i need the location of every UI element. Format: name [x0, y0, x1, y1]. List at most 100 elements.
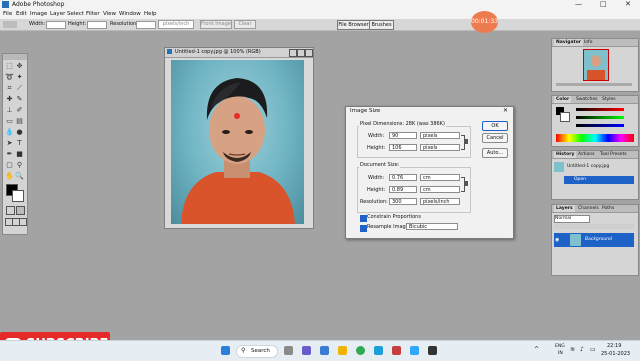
menu-file[interactable]: File: [3, 11, 12, 17]
tab-styles[interactable]: Styles: [600, 96, 618, 103]
tab-navigator[interactable]: Navigator: [554, 39, 583, 46]
tab-history[interactable]: History: [554, 151, 577, 158]
tab-info[interactable]: Info: [582, 39, 595, 46]
pixel-width-input[interactable]: 90: [389, 132, 417, 139]
ok-button[interactable]: OK: [482, 121, 508, 131]
blue-slider[interactable]: [576, 124, 624, 127]
brushes-tab[interactable]: Brushes: [369, 20, 394, 30]
green-slider[interactable]: [576, 116, 624, 119]
layer-eye-icon[interactable]: ◉: [555, 237, 559, 243]
resolution-field[interactable]: [136, 21, 156, 29]
constrain-proportions-checkbox[interactable]: [360, 215, 367, 222]
menu-view[interactable]: View: [103, 11, 116, 17]
quick-mask-icon[interactable]: [16, 206, 25, 215]
tab-channels[interactable]: Channels: [576, 205, 601, 212]
move-tool-icon[interactable]: ✥: [15, 62, 24, 71]
document-title-bar[interactable]: Untitled-1 copy.jpg @ 100% (RGB): [165, 48, 313, 58]
blur-icon[interactable]: 💧: [5, 128, 14, 137]
battery-icon[interactable]: ▭: [590, 346, 596, 353]
doc-height-input[interactable]: 0.89: [389, 186, 417, 193]
standard-mode-icon[interactable]: [6, 206, 15, 215]
doc-height-unit-select[interactable]: cm: [420, 186, 460, 193]
menu-edit[interactable]: Edit: [16, 11, 27, 17]
menu-help[interactable]: Help: [144, 11, 157, 17]
clock-time[interactable]: 22:19: [607, 343, 621, 349]
front-image-button[interactable]: Front Image: [200, 20, 232, 29]
chrome-icon[interactable]: [356, 346, 365, 355]
color-bg-swatch[interactable]: [560, 112, 570, 122]
dialog-title-bar[interactable]: Image Size ✕: [346, 107, 513, 116]
layer-row-background[interactable]: ◉ Background: [554, 233, 634, 247]
path-select-icon[interactable]: ➤: [5, 139, 14, 148]
tray-chevron-icon[interactable]: ^: [534, 346, 539, 353]
clone-stamp-icon[interactable]: ⊥: [5, 106, 14, 115]
pixel-height-unit-select[interactable]: pixels: [420, 144, 460, 151]
doc-width-input[interactable]: 0.76: [389, 174, 417, 181]
lasso-tool-icon[interactable]: ➰: [5, 73, 14, 82]
navigator-thumbnail[interactable]: [583, 49, 609, 81]
maximize-button[interactable]: □: [600, 0, 607, 8]
teams-icon[interactable]: [302, 346, 311, 355]
dialog-close-icon[interactable]: ✕: [503, 107, 508, 114]
history-brush-icon[interactable]: ✐: [15, 106, 24, 115]
slice-icon[interactable]: ⟋: [15, 84, 24, 93]
tab-paths[interactable]: Paths: [600, 205, 616, 212]
height-field[interactable]: [87, 21, 107, 29]
crop-icon[interactable]: ⌗: [5, 84, 14, 93]
resolution-input[interactable]: 300: [389, 198, 417, 205]
screen-mode-3-icon[interactable]: [19, 218, 27, 226]
healing-brush-icon[interactable]: ✚: [5, 95, 14, 104]
pen-tool-icon[interactable]: ✒: [5, 150, 14, 159]
doc-maximize-icon[interactable]: [297, 49, 305, 57]
recorder-icon[interactable]: [428, 346, 437, 355]
auto-button[interactable]: Auto...: [482, 148, 508, 158]
tab-tool-presets[interactable]: Tool Presets: [598, 151, 629, 158]
color-ramp[interactable]: [556, 134, 634, 142]
doc-close-icon[interactable]: [305, 49, 313, 57]
file-browser-tab[interactable]: File Browser: [337, 20, 370, 30]
tab-actions[interactable]: Actions: [576, 151, 596, 158]
brush-icon[interactable]: ✎: [15, 95, 24, 104]
eyedropper-icon[interactable]: ⚲: [15, 161, 24, 170]
menu-filter[interactable]: Filter: [86, 11, 100, 17]
magic-wand-icon[interactable]: ✦: [15, 73, 24, 82]
gradient-icon[interactable]: ▤: [15, 117, 24, 126]
resample-method-select[interactable]: Bicubic: [406, 223, 458, 230]
width-field[interactable]: [46, 21, 66, 29]
tab-layers[interactable]: Layers: [554, 205, 575, 212]
tab-color[interactable]: Color: [554, 96, 572, 103]
shape-tool-icon[interactable]: ■: [15, 150, 24, 159]
red-slider[interactable]: [576, 108, 624, 111]
task-view-icon[interactable]: [284, 346, 293, 355]
tab-swatches[interactable]: Swatches: [574, 96, 600, 103]
menu-image[interactable]: Image: [30, 11, 47, 17]
volume-icon[interactable]: ♪: [580, 346, 584, 353]
background-color-swatch[interactable]: [12, 190, 24, 202]
doc-minimize-icon[interactable]: [289, 49, 297, 57]
dodge-icon[interactable]: ●: [15, 128, 24, 137]
crop-tool-icon[interactable]: [3, 21, 17, 28]
resample-image-checkbox[interactable]: [360, 225, 367, 232]
type-tool-icon[interactable]: T: [15, 139, 24, 148]
zoom-tool-icon[interactable]: 🔍: [15, 172, 24, 181]
navigator-zoom-slider[interactable]: [556, 83, 632, 86]
file-manager-icon[interactable]: [338, 346, 347, 355]
cancel-button[interactable]: Cancel: [482, 133, 508, 143]
hand-tool-icon[interactable]: ✋: [5, 172, 14, 181]
notes-icon[interactable]: ▢: [5, 161, 14, 170]
marquee-tool-icon[interactable]: ⬚: [5, 62, 14, 71]
menu-window[interactable]: Window: [119, 11, 141, 17]
language-eng[interactable]: ENG: [555, 344, 565, 349]
pixel-width-unit-select[interactable]: pixels: [420, 132, 460, 139]
doc-width-unit-select[interactable]: cm: [420, 174, 460, 181]
history-snapshot-label[interactable]: Untitled-1 copy.jpg: [567, 164, 609, 169]
edge-icon[interactable]: [374, 346, 383, 355]
menu-select[interactable]: Select: [67, 11, 84, 17]
pixel-height-input[interactable]: 106: [389, 144, 417, 151]
clear-button[interactable]: Clear: [234, 20, 256, 29]
minimize-button[interactable]: —: [575, 0, 582, 8]
resolution-unit-select[interactable]: pixels/inch: [420, 198, 460, 205]
unit-select[interactable]: pixels/inch: [158, 20, 194, 29]
eraser-icon[interactable]: ▭: [5, 117, 14, 126]
menu-layer[interactable]: Layer: [50, 11, 65, 17]
